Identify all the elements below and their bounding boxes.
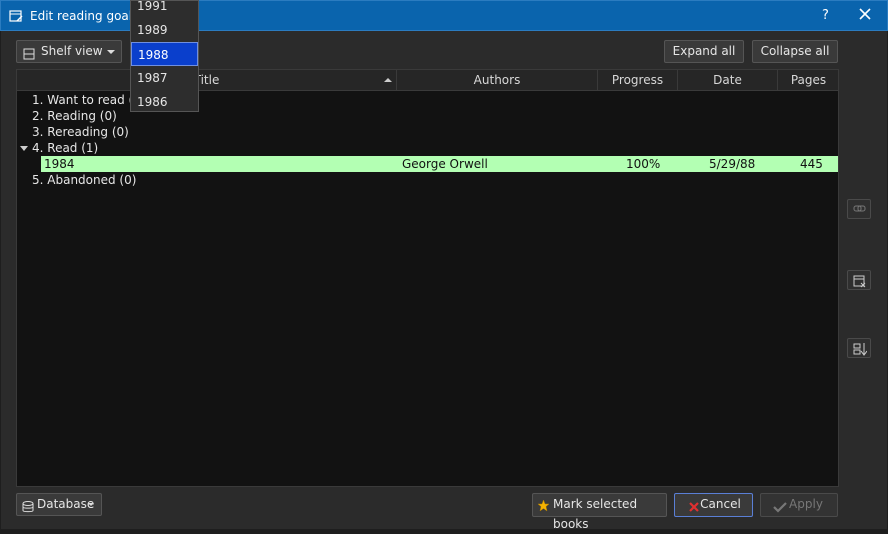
book-date: 5/29/88	[709, 157, 756, 171]
close-button[interactable]	[858, 7, 872, 24]
shelf-row-rereading[interactable]: 3. Rereading (0)	[17, 124, 838, 140]
apply-button[interactable]: Apply	[760, 493, 838, 517]
database-label: Database	[37, 497, 95, 511]
mark-selected-books-button[interactable]: Mark selected books	[532, 493, 667, 531]
sort-ascending-icon	[384, 78, 392, 82]
link-add-button[interactable]	[847, 199, 871, 219]
book-title: 1984	[44, 157, 75, 171]
column-progress[interactable]: Progress	[598, 70, 678, 90]
column-authors[interactable]: Authors	[397, 70, 598, 90]
shelf-row-read[interactable]: 4. Read (1)	[17, 140, 838, 156]
shelf-row-read-label: 4. Read (1)	[32, 141, 99, 155]
calendar-edit-icon	[9, 9, 23, 26]
apply-label: Apply	[789, 497, 823, 511]
book-tree[interactable]: Title Authors Progress Date Pages 1. Wan…	[16, 69, 839, 487]
shelf-icon	[23, 46, 35, 66]
mark-selected-books-label: Mark selected books	[553, 497, 638, 531]
sort-down-icon	[853, 343, 867, 356]
link-add-icon	[853, 205, 866, 212]
column-title[interactable]: Title	[17, 70, 397, 90]
expand-arrow-icon[interactable]	[20, 146, 28, 151]
book-row[interactable]: 1984 George Orwell 100% 5/29/88 445	[41, 156, 838, 172]
year-option[interactable]: 1986	[131, 90, 198, 111]
calendar-remove-icon	[853, 275, 866, 288]
cancel-label: Cancel	[700, 497, 741, 511]
shelf-view-button[interactable]: Shelf view	[16, 40, 122, 63]
help-button[interactable]: ?	[822, 8, 829, 23]
year-option[interactable]: 1989	[131, 18, 198, 42]
cancel-button[interactable]: Cancel	[674, 493, 753, 517]
collapse-all-button[interactable]: Collapse all	[752, 40, 838, 63]
year-option[interactable]: 1987	[131, 66, 198, 90]
star-icon	[537, 498, 550, 518]
chevron-down-icon	[88, 503, 94, 506]
close-icon	[859, 8, 871, 20]
column-pages[interactable]: Pages	[778, 70, 838, 90]
database-icon	[22, 499, 34, 519]
book-progress: 100%	[626, 157, 661, 171]
cancel-x-icon	[688, 499, 700, 519]
shelf-row-abandoned[interactable]: 5. Abandoned (0)	[17, 172, 838, 188]
year-option-selected[interactable]: 1988	[131, 42, 198, 66]
expand-all-button[interactable]: Expand all	[664, 40, 744, 63]
calendar-remove-button[interactable]	[847, 270, 871, 290]
sort-down-button[interactable]	[847, 338, 871, 358]
year-dropdown-list[interactable]: 1991 1989 1988 1987 1986	[130, 0, 199, 112]
shelf-view-label: Shelf view	[41, 44, 103, 58]
chevron-down-icon	[107, 50, 115, 54]
checkmark-icon	[773, 499, 787, 519]
book-pages: 445	[800, 157, 823, 171]
year-option[interactable]: 1991	[131, 1, 198, 18]
database-button[interactable]: Database	[16, 493, 102, 516]
book-author: George Orwell	[402, 157, 488, 171]
window-title: Edit reading goal	[30, 9, 133, 23]
column-date[interactable]: Date	[678, 70, 778, 90]
